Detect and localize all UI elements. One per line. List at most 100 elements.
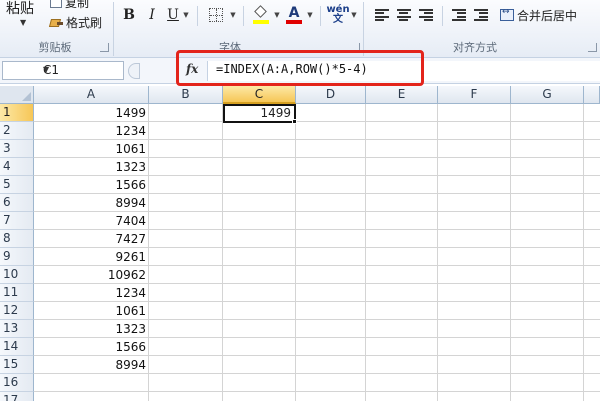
column-header-g[interactable]: G (511, 86, 584, 104)
formula-input[interactable]: =INDEX(A:A,ROW()*5-4) (208, 61, 600, 81)
select-all-corner[interactable] (0, 86, 34, 104)
row-header-13[interactable]: 13 (0, 320, 34, 338)
row-header-7[interactable]: 7 (0, 212, 34, 230)
fill-color-dropdown-icon[interactable]: ▼ (273, 5, 281, 25)
phonetic-guide-button[interactable]: wén 文 (326, 4, 350, 25)
row-header-16[interactable]: 16 (0, 374, 34, 392)
spreadsheet-grid[interactable]: A B C D E F G 1 1499 2 1234 3 1061 4 1323 5 1566 6 8994 7 74… (0, 86, 600, 401)
font-group-label: 字体 (219, 41, 241, 54)
grid-line (437, 104, 438, 401)
merge-center-label: 合并后居中 (517, 8, 578, 23)
align-right-button[interactable] (418, 5, 434, 25)
increase-indent-button[interactable] (473, 5, 489, 25)
column-header-a[interactable]: A (34, 86, 149, 104)
copy-label: 复制 (65, 0, 90, 10)
merge-center-button[interactable]: 合并后居中 (500, 5, 598, 25)
grid-line (510, 104, 511, 401)
formula-bar: C1 ▼ fx =INDEX(A:A,ROW()*5-4) (0, 58, 600, 84)
row-header-14[interactable]: 14 (0, 338, 34, 356)
insert-function-icon[interactable]: fx (186, 62, 198, 76)
cell-a5[interactable]: 1566 (34, 176, 149, 194)
column-header-d[interactable]: D (296, 86, 366, 104)
format-painter-button[interactable]: 格式刷 (50, 14, 102, 31)
clipboard-launcher-icon[interactable] (100, 43, 109, 52)
cell-a12[interactable]: 1061 (34, 302, 149, 320)
cell-a15[interactable]: 8994 (34, 356, 149, 374)
cell-a7[interactable]: 7404 (34, 212, 149, 230)
cell-a6[interactable]: 8994 (34, 194, 149, 212)
align-center-icon (397, 9, 411, 21)
increase-indent-icon (474, 9, 488, 21)
column-header-partial[interactable] (584, 86, 600, 104)
cell-a2[interactable]: 1234 (34, 122, 149, 140)
name-box-dropdown-icon[interactable]: ▼ (43, 65, 119, 74)
grid-line (295, 104, 296, 401)
alignment-launcher-icon[interactable] (588, 43, 597, 52)
bold-button[interactable]: B (121, 5, 137, 25)
fill-bucket-icon (253, 5, 269, 24)
cell-a9[interactable]: 9261 (34, 248, 149, 266)
cell-a14[interactable]: 1566 (34, 338, 149, 356)
paste-dropdown-icon[interactable]: ▼ (20, 18, 26, 27)
grid-line (365, 104, 366, 401)
cell-a8[interactable]: 7427 (34, 230, 149, 248)
group-divider (113, 2, 114, 56)
cell-a3[interactable]: 1061 (34, 140, 149, 158)
format-painter-icon (50, 17, 63, 28)
phonetic-guide-icon: wén 文 (326, 4, 350, 25)
phonetic-dropdown-icon[interactable]: ▼ (350, 5, 358, 25)
formula-bar-splitter[interactable] (128, 63, 140, 79)
grid-line (583, 104, 584, 401)
column-header-b[interactable]: B (149, 86, 223, 104)
ribbon: 粘贴 ▼ 复制 格式刷 剪贴板 B I U ▼ ▼ ▼ A ▼ wén 文 ▼ 字… (0, 0, 600, 58)
fill-handle[interactable] (292, 119, 297, 124)
borders-icon (209, 8, 223, 22)
font-color-icon: A (286, 6, 302, 24)
format-painter-label: 格式刷 (66, 16, 103, 30)
fill-color-button[interactable] (252, 5, 270, 25)
borders-button[interactable] (207, 5, 225, 25)
active-cell-c1[interactable]: 1499 (223, 104, 296, 123)
cell-a11[interactable]: 1234 (34, 284, 149, 302)
row-header-4[interactable]: 4 (0, 158, 34, 176)
row-header-11[interactable]: 11 (0, 284, 34, 302)
row-header-10[interactable]: 10 (0, 266, 34, 284)
toolbar-divider (197, 6, 198, 26)
underline-button[interactable]: U (166, 5, 180, 25)
name-box[interactable]: C1 ▼ (2, 61, 124, 80)
row-header-9[interactable]: 9 (0, 248, 34, 266)
row-header-2[interactable]: 2 (0, 122, 34, 140)
grid-line (34, 391, 600, 392)
cell-a1[interactable]: 1499 (34, 104, 149, 122)
cell-a13[interactable]: 1323 (34, 320, 149, 338)
row-header-5[interactable]: 5 (0, 176, 34, 194)
toolbar-divider (442, 6, 443, 26)
toolbar-divider (243, 6, 244, 26)
column-header-e[interactable]: E (366, 86, 438, 104)
row-header-12[interactable]: 12 (0, 302, 34, 320)
align-left-button[interactable] (374, 5, 390, 25)
cell-a10[interactable]: 10962 (34, 266, 149, 284)
font-color-button[interactable]: A (285, 5, 303, 25)
row-header-3[interactable]: 3 (0, 140, 34, 158)
row-header-8[interactable]: 8 (0, 230, 34, 248)
column-header-f[interactable]: F (438, 86, 511, 104)
borders-dropdown-icon[interactable]: ▼ (229, 5, 237, 25)
italic-button[interactable]: I (145, 5, 159, 25)
decrease-indent-icon (452, 9, 466, 21)
copy-button[interactable]: 复制 (50, 0, 89, 11)
column-header-c[interactable]: C (223, 86, 296, 104)
cell-a4[interactable]: 1323 (34, 158, 149, 176)
font-launcher-icon[interactable] (351, 43, 360, 52)
align-center-button[interactable] (396, 5, 412, 25)
row-header-15[interactable]: 15 (0, 356, 34, 374)
row-header-1[interactable]: 1 (0, 104, 34, 122)
toolbar-divider (320, 6, 321, 26)
paste-button[interactable]: 粘贴 (6, 0, 34, 18)
font-color-dropdown-icon[interactable]: ▼ (306, 5, 314, 25)
row-header-6[interactable]: 6 (0, 194, 34, 212)
decrease-indent-button[interactable] (451, 5, 467, 25)
underline-dropdown-icon[interactable]: ▼ (182, 5, 190, 25)
clipboard-group-label: 剪贴板 (38, 41, 72, 54)
row-header-17[interactable]: 17 (0, 392, 34, 401)
